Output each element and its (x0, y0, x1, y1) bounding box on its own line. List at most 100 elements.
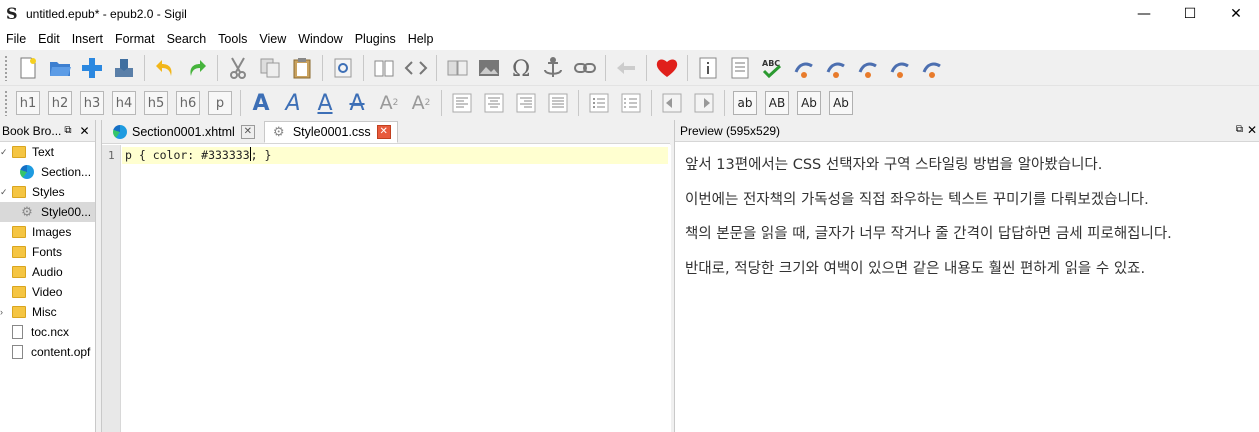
back-button[interactable] (612, 54, 640, 82)
insert-link-button[interactable] (571, 54, 599, 82)
decrease-indent-button[interactable] (658, 89, 686, 117)
minimize-button[interactable]: — (1121, 0, 1167, 28)
menu-view[interactable]: View (253, 28, 292, 50)
numbered-list-button[interactable] (617, 89, 645, 117)
donate-button[interactable] (653, 54, 681, 82)
toolbar-grip[interactable] (4, 90, 8, 116)
heading-5-button[interactable]: h5 (144, 91, 168, 115)
tree-item-toc[interactable]: toc.ncx (0, 322, 95, 342)
lowercase-button[interactable]: ab (733, 91, 757, 115)
close-panel-icon[interactable]: ✕ (80, 124, 90, 138)
heading-4-button[interactable]: h4 (112, 91, 136, 115)
align-justify-button[interactable] (544, 89, 572, 117)
menu-plugins[interactable]: Plugins (349, 28, 402, 50)
menu-format[interactable]: Format (109, 28, 161, 50)
tree-item-styles[interactable]: ✓ Styles (0, 182, 95, 202)
chevron-right-icon[interactable]: › (0, 307, 8, 317)
tree-item-label: Styles (32, 185, 65, 199)
tree-item-content[interactable]: content.opf (0, 342, 95, 362)
spellcheck-button[interactable]: ABC (758, 54, 786, 82)
plugin-5-button[interactable] (918, 54, 946, 82)
close-tab-icon[interactable]: ✕ (376, 125, 391, 139)
open-button[interactable] (46, 54, 74, 82)
subscript-button[interactable]: A2 (378, 91, 400, 115)
copy-button[interactable] (256, 54, 284, 82)
tree-item-text[interactable]: ✓ Text (0, 142, 95, 162)
cut-button[interactable] (224, 54, 252, 82)
float-panel-icon[interactable]: ⧉ (1236, 124, 1243, 135)
tree-item-misc[interactable]: › Misc (0, 302, 95, 322)
close-panel-icon[interactable]: ✕ (1247, 123, 1257, 137)
toolbar-grip[interactable] (4, 54, 8, 81)
tab-section0001[interactable]: Section0001.xhtml ✕ (104, 121, 262, 143)
align-right-button[interactable] (512, 89, 540, 117)
insert-special-char-button[interactable]: Ω (507, 54, 535, 82)
bullet-list-button[interactable] (585, 89, 613, 117)
heading-3-button[interactable]: h3 (80, 91, 104, 115)
heading-6-button[interactable]: h6 (176, 91, 200, 115)
increase-indent-button[interactable] (690, 89, 718, 117)
plugin-1-button[interactable] (790, 54, 818, 82)
indent-icon (694, 93, 714, 113)
menu-file[interactable]: File (0, 28, 32, 50)
file-icon (12, 325, 23, 339)
float-panel-icon[interactable]: ⧉ (64, 125, 71, 136)
title-case-button[interactable]: Ab (829, 91, 853, 115)
menu-tools[interactable]: Tools (212, 28, 253, 50)
book-view-button[interactable] (370, 54, 398, 82)
menu-window[interactable]: Window (292, 28, 348, 50)
code-view-button[interactable] (402, 54, 430, 82)
plugin-2-button[interactable] (822, 54, 850, 82)
align-center-button[interactable] (480, 89, 508, 117)
menu-search[interactable]: Search (161, 28, 213, 50)
toc-button[interactable] (726, 54, 754, 82)
heading-1-button[interactable]: h1 (16, 91, 40, 115)
uppercase-button[interactable]: AB (765, 91, 789, 115)
tree-item-fonts[interactable]: Fonts (0, 242, 95, 262)
tree-item-style[interactable]: ⚙ Style00... (0, 202, 95, 222)
plugin-4-button[interactable] (886, 54, 914, 82)
italic-button[interactable]: A (282, 91, 304, 116)
tree-item-section[interactable]: Section... (0, 162, 95, 182)
sentence-case-button[interactable]: Ab (797, 91, 821, 115)
tree-item-audio[interactable]: Audio (0, 262, 95, 282)
underline-button[interactable]: A (314, 91, 336, 116)
toolbar-separator (240, 90, 241, 116)
redo-button[interactable] (183, 54, 211, 82)
align-left-button[interactable] (448, 89, 476, 117)
tab-style0001[interactable]: ⚙ Style0001.css ✕ (263, 121, 398, 143)
split-button[interactable] (443, 54, 471, 82)
insert-anchor-button[interactable] (539, 54, 567, 82)
insert-image-button[interactable] (475, 54, 503, 82)
heading-2-button[interactable]: h2 (48, 91, 72, 115)
paragraph-button[interactable]: p (208, 91, 232, 115)
menu-help[interactable]: Help (402, 28, 440, 50)
undo-button[interactable] (151, 54, 179, 82)
new-file-button[interactable] (14, 54, 42, 82)
tree-item-images[interactable]: Images (0, 222, 95, 242)
close-tab-icon[interactable]: ✕ (240, 125, 255, 139)
expanded-check-icon[interactable]: ✓ (0, 187, 8, 198)
tree-item-video[interactable]: Video (0, 282, 95, 302)
strikethrough-button[interactable]: A (346, 91, 368, 116)
preview-header: Preview (595x529) ⧉ ✕ (675, 120, 1259, 142)
paste-button[interactable] (288, 54, 316, 82)
add-button[interactable] (78, 54, 106, 82)
menu-edit[interactable]: Edit (32, 28, 66, 50)
zoom-button[interactable] (329, 54, 357, 82)
current-code-line[interactable]: p { color: #333333; } (122, 147, 668, 164)
bold-button[interactable]: A (250, 91, 272, 116)
undo-icon (156, 59, 172, 76)
superscript-button[interactable]: A2 (410, 91, 432, 115)
tree-item-label: Text (32, 145, 55, 159)
tree-item-label: Video (32, 285, 63, 299)
close-button[interactable]: ✕ (1213, 0, 1259, 28)
menu-insert[interactable]: Insert (66, 28, 109, 50)
save-button[interactable] (110, 54, 138, 82)
plugin-3-button[interactable] (854, 54, 882, 82)
preview-title: Preview (595x529) (680, 123, 781, 138)
code-text-area[interactable]: 1 p { color: #333333; } (102, 145, 671, 432)
maximize-button[interactable]: ☐ (1167, 0, 1213, 28)
expanded-check-icon[interactable]: ✓ (0, 147, 8, 158)
metadata-button[interactable] (694, 54, 722, 82)
